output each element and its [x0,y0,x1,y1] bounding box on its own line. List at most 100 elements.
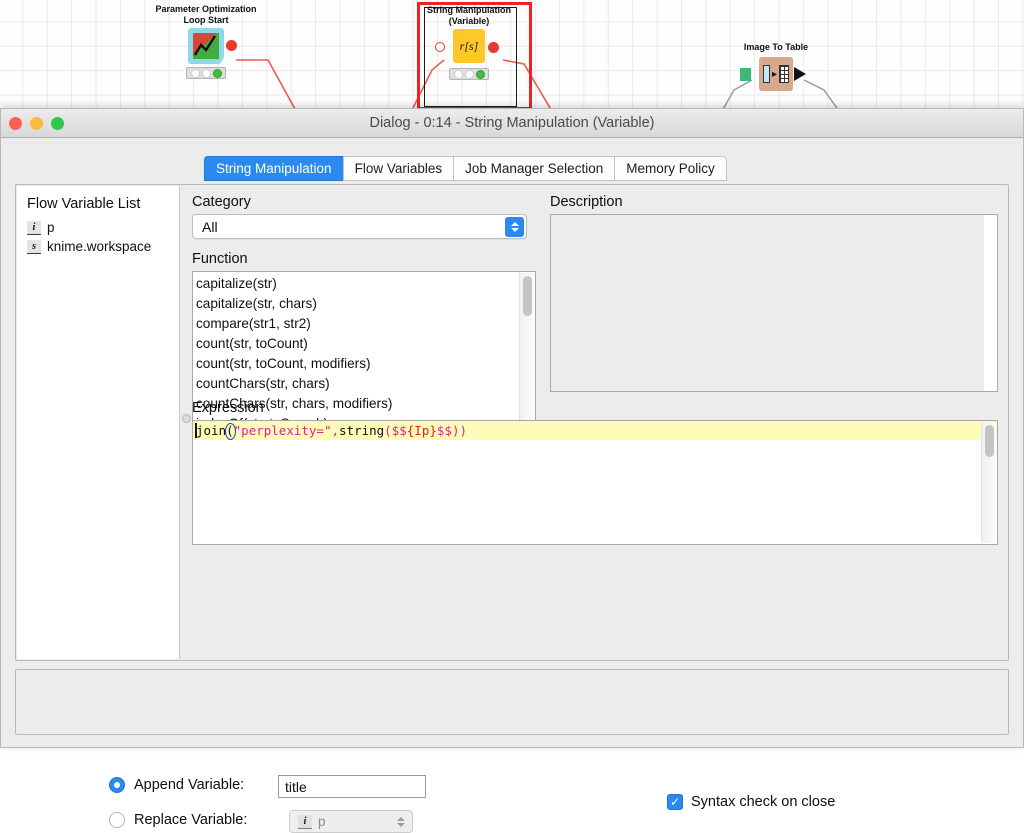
list-item[interactable]: capitalize(str) [196,274,535,294]
image-glyph [762,65,770,83]
port-input-variable[interactable] [435,42,445,52]
append-variable-value: title [285,778,307,795]
chevron-updown-icon[interactable] [505,217,524,237]
dialog-tabbar[interactable]: String Manipulation Flow Variables Job M… [1,151,1023,181]
syntax-check-checkbox[interactable]: ✓ [667,794,683,810]
variable-output-options [15,669,1009,735]
scrollbar-thumb[interactable] [523,276,532,316]
string-manipulation-icon: r[s] [453,29,485,63]
zoom-button[interactable] [51,117,64,130]
image-to-table-icon: ▸ [759,57,793,91]
node-icon-area: ▸ [722,55,830,91]
chevron-down-icon [510,228,519,232]
expression-scrollbar[interactable] [981,422,996,543]
chevron-updown-icon[interactable] [397,816,405,827]
description-panel [550,214,998,392]
replace-variable-radio[interactable] [109,812,125,828]
led-configured [201,68,211,78]
function-label: Function [192,251,248,267]
flow-variable-list-heading: Flow Variable List [27,196,141,212]
expression-token: join [196,423,227,438]
node-icon-area [150,28,262,66]
led-idle [453,69,463,79]
syntax-check-row[interactable]: ✓ Syntax check on close [667,794,835,810]
list-item[interactable]: count(str, toCount) [196,334,535,354]
port-output-table[interactable] [794,67,806,81]
node-label-line2: Loop Start [183,15,229,25]
port-input-image[interactable] [740,68,751,81]
expression-token-variable: {Ip} [406,423,437,438]
minimize-button[interactable] [30,117,43,130]
dialog-titlebar[interactable]: Dialog - 0:14 - String Manipulation (Var… [1,109,1023,138]
flow-variable-list-panel[interactable]: Flow Variable List i p s knime.workspace [17,186,180,659]
splitter-handle-icon[interactable] [182,414,191,423]
node-label-line1: Image To Table [743,42,809,52]
expression-token: )) [451,423,467,438]
node-image-to-table[interactable]: Image To Table ▸ [722,42,830,91]
loop-start-icon [188,28,224,64]
expression-token: ( [384,423,392,438]
panel-splitter[interactable] [180,186,192,659]
list-item[interactable]: countChars(str, chars) [196,374,535,394]
expression-token-matching-bracket: ( [225,423,236,440]
list-item[interactable]: capitalize(str, chars) [196,294,535,314]
node-parameter-optimization-loop-start[interactable]: Parameter Optimization Loop Start [150,4,262,79]
list-item[interactable]: count(str, toCount, modifiers) [196,354,535,374]
flow-variable-name: p [47,220,55,235]
expression-token: $$ [436,423,452,438]
tab-string-manipulation[interactable]: String Manipulation [204,156,343,181]
expression-editor[interactable]: join("perplexity=", string($$ {Ip} $$)) [192,420,998,545]
expression-label: Expression [192,400,264,416]
description-label: Description [550,194,623,210]
led-executed [475,69,485,79]
append-variable-row[interactable]: Append Variable: [109,777,244,793]
expression-token: , [331,423,340,438]
led-idle [190,68,200,78]
window-controls[interactable] [9,117,64,130]
scrollbar-thumb[interactable] [985,425,994,457]
icon-glyph-text: r[s] [459,38,479,53]
chevron-down-icon [397,822,405,827]
description-scroll-track[interactable] [984,215,997,391]
node-icon-area: r[s] [419,29,519,67]
node-string-manipulation-variable[interactable]: String Manipulation (Variable) r[s] [419,5,519,80]
tab-job-manager-selection[interactable]: Job Manager Selection [453,156,615,181]
flow-variable-name: knime.workspace [47,239,152,254]
list-item[interactable]: s knime.workspace [27,237,179,256]
category-selected-value: All [202,218,218,235]
append-variable-radio[interactable] [109,777,125,793]
node-label-line2: (Variable) [448,16,490,26]
table-glyph [779,65,790,83]
syntax-check-label: Syntax check on close [691,794,836,810]
variable-type-string-icon: s [27,239,41,254]
list-item[interactable]: compare(str1, str2) [196,314,535,334]
expression-token: "perplexity=" [233,423,332,438]
append-variable-input[interactable]: title [278,775,426,798]
expression-token: $$ [391,423,407,438]
chevron-up-icon [510,222,519,226]
port-output-variable[interactable] [226,40,237,51]
node-status-leds [186,67,226,79]
close-button[interactable] [9,117,22,130]
expression-token: string [339,423,385,438]
list-item[interactable]: i p [27,218,179,237]
port-output-variable[interactable] [488,42,499,53]
append-variable-label: Append Variable: [134,777,245,793]
replace-variable-row[interactable]: Replace Variable: [109,812,247,828]
replace-variable-label: Replace Variable: [134,812,248,828]
led-configured [464,69,474,79]
expression-text-line[interactable]: join("perplexity=", string($$ {Ip} $$)) [193,421,997,440]
led-executed [212,68,222,78]
node-label-line1: Parameter Optimization [155,4,257,14]
string-manipulation-panel: Flow Variable List i p s knime.workspace… [15,184,1009,661]
node-configuration-dialog: Dialog - 0:14 - String Manipulation (Var… [0,108,1024,833]
node-status-leds [449,68,489,80]
replace-variable-select[interactable]: i p [289,810,413,833]
dialog-title: Dialog - 0:14 - String Manipulation (Var… [369,115,655,131]
tab-memory-policy[interactable]: Memory Policy [614,156,727,181]
category-select[interactable]: All [192,214,527,239]
replace-variable-value: p [318,814,326,829]
knime-workflow-canvas[interactable]: Parameter Optimization Loop Start String… [0,0,1024,118]
text-caret [195,423,197,438]
tab-flow-variables[interactable]: Flow Variables [342,156,454,181]
